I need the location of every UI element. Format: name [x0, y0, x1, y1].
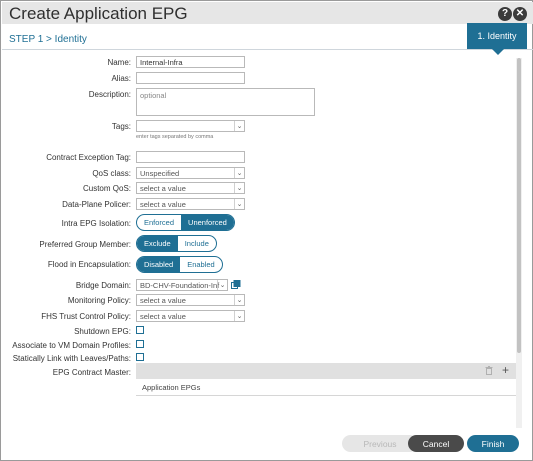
monitoring-policy-label: Monitoring Policy:	[67, 296, 131, 305]
dialog-title: Create Application EPG	[9, 4, 188, 23]
description-field[interactable]: optional	[136, 88, 315, 116]
static-link-label: Statically Link with Leaves/Paths:	[12, 354, 131, 363]
static-link-checkbox[interactable]	[136, 353, 144, 361]
data-plane-policer-value: select a value	[140, 200, 186, 209]
custom-qos-label: Custom QoS:	[82, 184, 131, 193]
tags-label: Tags:	[111, 122, 131, 131]
monitoring-policy-select[interactable]: select a value ⌄	[136, 294, 245, 306]
bridge-domain-value: BD-CHV-Foundation-Inf	[140, 281, 220, 290]
preferred-group-member-toggle: Exclude Include	[136, 235, 217, 252]
include-option[interactable]: Include	[178, 236, 216, 251]
exclude-option[interactable]: Exclude	[137, 236, 178, 251]
open-bridge-domain-icon[interactable]	[231, 280, 241, 290]
data-plane-policer-select[interactable]: select a value ⌄	[136, 198, 245, 210]
alias-field[interactable]	[136, 72, 245, 84]
flood-in-encapsulation-label: Flood in Encapsulation:	[47, 260, 131, 269]
fhs-trust-control-policy-label: FHS Trust Control Policy:	[41, 312, 131, 321]
create-application-epg-dialog: Create Application EPG ? ✕ STEP 1 > Iden…	[0, 0, 533, 461]
bridge-domain-label: Bridge Domain:	[75, 281, 131, 290]
description-label: Description:	[88, 90, 131, 99]
preferred-group-member-label: Preferred Group Member:	[39, 240, 131, 249]
qos-class-label: QoS class:	[92, 169, 131, 178]
associate-vm-domain-checkbox[interactable]	[136, 340, 144, 348]
qos-class-value: Unspecified	[140, 169, 180, 178]
add-icon[interactable]: +	[502, 363, 509, 377]
intra-epg-isolation-label: Intra EPG Isolation:	[61, 219, 131, 228]
name-field[interactable]: Internal-Infra	[136, 56, 245, 68]
shutdown-epg-checkbox[interactable]	[136, 326, 144, 334]
tags-hint: enter tags separated by comma	[136, 134, 214, 140]
trash-icon[interactable]	[485, 366, 493, 375]
contract-exception-tag-field[interactable]	[136, 151, 245, 163]
epg-contract-master-label: EPG Contract Master:	[52, 368, 131, 377]
shutdown-epg-label: Shutdown EPG:	[74, 327, 131, 336]
epg-contract-master-toolbar: +	[136, 363, 518, 379]
enabled-option[interactable]: Enabled	[180, 257, 222, 272]
chevron-down-icon[interactable]: ⌄	[234, 121, 244, 131]
contract-exception-tag-label: Contract Exception Tag:	[46, 153, 131, 162]
alias-label: Alias:	[111, 74, 131, 83]
data-plane-policer-label: Data-Plane Policer:	[62, 200, 131, 209]
dialog-header: Create Application EPG ? ✕	[2, 2, 533, 24]
enforced-option[interactable]: Enforced	[137, 215, 181, 230]
unenforced-option[interactable]: Unenforced	[181, 215, 234, 230]
chevron-down-icon[interactable]: ⌄	[234, 183, 244, 193]
chevron-down-icon[interactable]: ⌄	[234, 295, 244, 305]
step-breadcrumb: STEP 1 > Identity	[9, 34, 87, 45]
chevron-down-icon[interactable]: ⌄	[234, 199, 244, 209]
epg-contract-master-table: Application EPGs	[136, 379, 518, 396]
chevron-down-icon[interactable]: ⌄	[234, 311, 244, 321]
previous-button[interactable]: Previous	[342, 435, 418, 452]
intra-epg-isolation-toggle: Enforced Unenforced	[136, 214, 235, 231]
bridge-domain-select[interactable]: BD-CHV-Foundation-Inf ⌄	[136, 279, 228, 291]
custom-qos-select[interactable]: select a value ⌄	[136, 182, 245, 194]
close-icon[interactable]: ✕	[513, 7, 527, 21]
associate-vm-domain-label: Associate to VM Domain Profiles:	[12, 341, 131, 350]
application-epgs-column-header: Application EPGs	[142, 383, 201, 392]
help-icon[interactable]: ?	[498, 7, 512, 21]
qos-class-select[interactable]: Unspecified ⌄	[136, 167, 245, 179]
tab-identity[interactable]: 1. Identity	[467, 23, 527, 49]
wizard-step-bar: STEP 1 > Identity	[2, 24, 533, 50]
custom-qos-value: select a value	[140, 184, 186, 193]
scrollbar-thumb[interactable]	[517, 58, 521, 353]
active-step-indicator	[492, 49, 504, 55]
monitoring-policy-value: select a value	[140, 296, 186, 305]
name-label: Name:	[107, 58, 131, 67]
fhs-trust-control-policy-select[interactable]: select a value ⌄	[136, 310, 245, 322]
chevron-down-icon[interactable]: ⌄	[234, 168, 244, 178]
disabled-option[interactable]: Disabled	[137, 257, 181, 272]
finish-button[interactable]: Finish	[467, 435, 519, 452]
tags-field[interactable]: ⌄	[136, 120, 245, 132]
fhs-trust-control-policy-value: select a value	[140, 312, 186, 321]
cancel-button[interactable]: Cancel	[408, 435, 464, 452]
chevron-down-icon[interactable]: ⌄	[217, 280, 227, 290]
flood-in-encapsulation-toggle: Disabled Enabled	[136, 256, 223, 273]
